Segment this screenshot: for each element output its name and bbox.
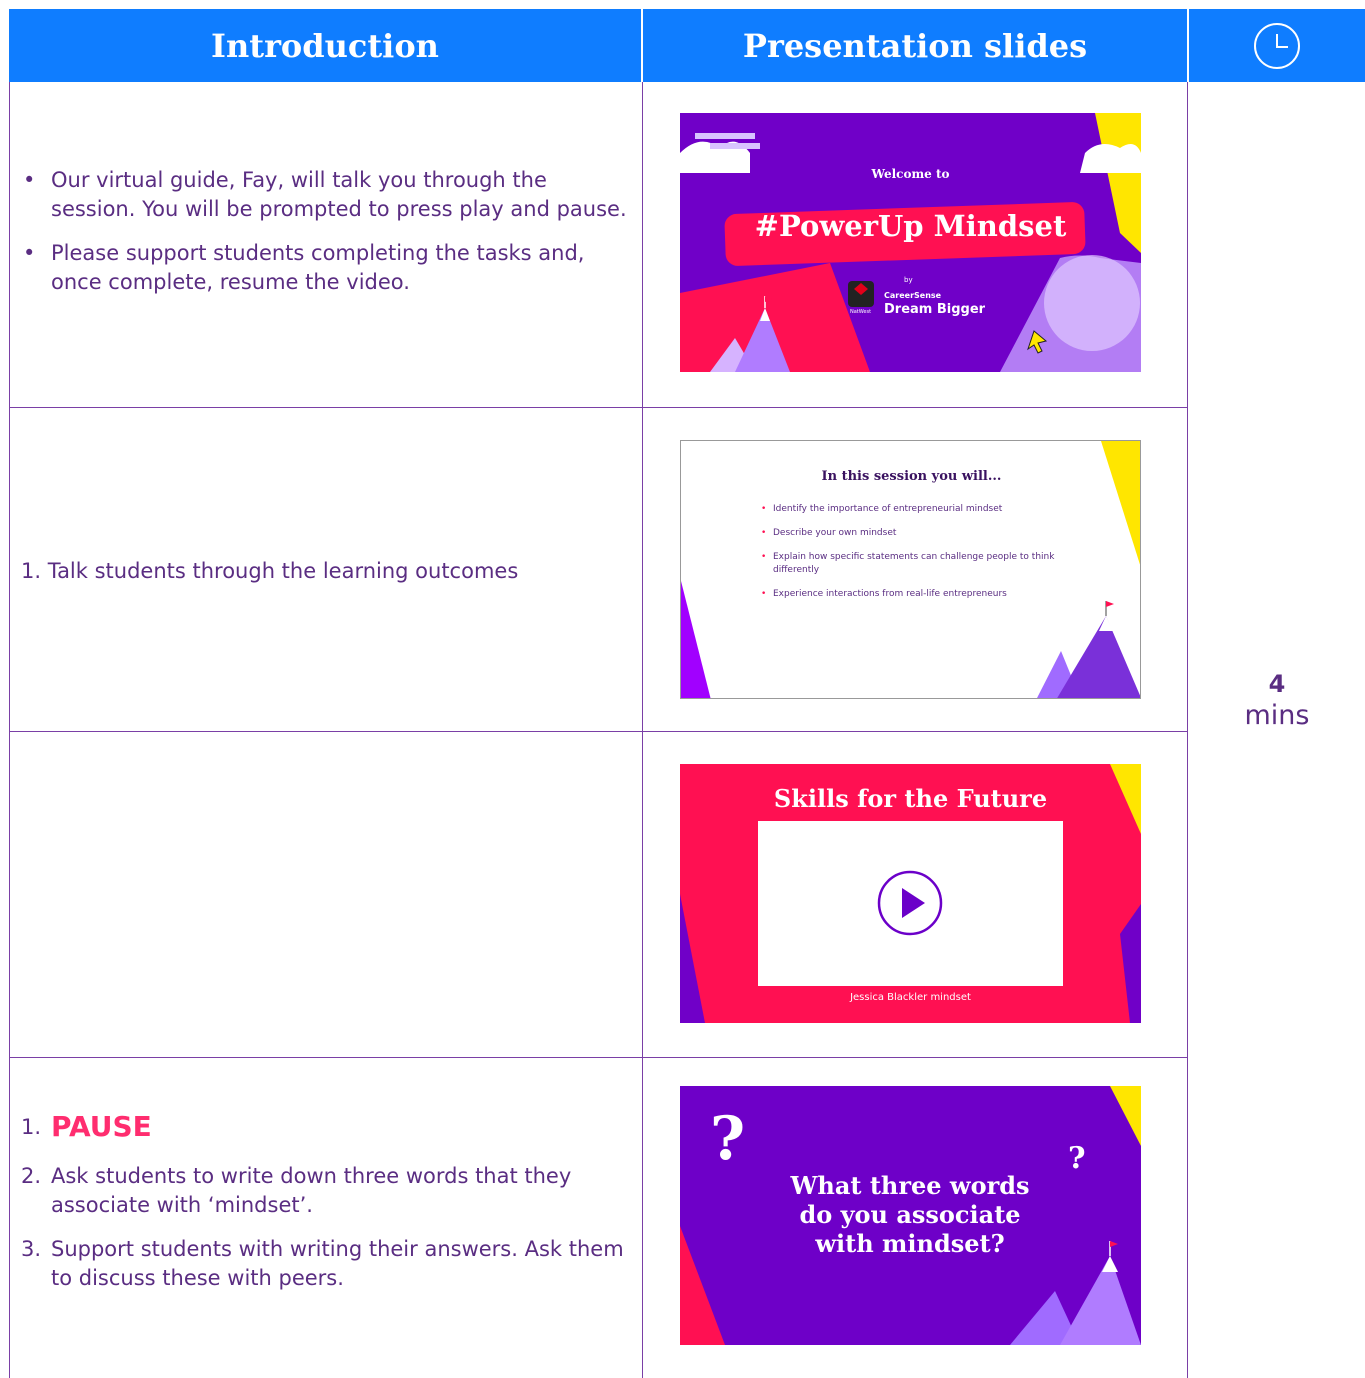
item-number: 3. bbox=[21, 1237, 42, 1261]
video-caption: Jessica Blackler mindset bbox=[850, 992, 971, 1003]
header-introduction: Introduction bbox=[9, 9, 641, 82]
brand-dream-bigger: Dream Bigger bbox=[884, 302, 986, 317]
outcome-text: Explain how specific statements can chal… bbox=[773, 552, 1055, 575]
list-item: • Identify the importance of entrepreneur… bbox=[761, 504, 1003, 514]
duration: 4 mins bbox=[1189, 669, 1365, 733]
list-item: Please support students completing the t… bbox=[21, 239, 629, 297]
question-mark-icon: ? bbox=[1068, 1141, 1086, 1176]
brand-careersense: CareerSense bbox=[884, 291, 942, 300]
grid-line bbox=[9, 407, 1188, 408]
outcome-text: Describe your own mindset bbox=[773, 528, 897, 538]
list-item: 3. Support students with writing their an… bbox=[21, 1235, 629, 1293]
slide-three-words[interactable]: ? ? What three words do you associate wi… bbox=[680, 1086, 1141, 1345]
outcome-text: Identify the importance of entrepreneuri… bbox=[773, 504, 1003, 514]
slide-learning-outcomes[interactable]: In this session you will... • Identify th… bbox=[680, 440, 1141, 699]
question-mark-icon: ? bbox=[710, 1104, 746, 1174]
slide-title: #PowerUp Mindset bbox=[754, 209, 1067, 243]
duration-value: 4 bbox=[1268, 670, 1286, 698]
header-time bbox=[1189, 9, 1365, 82]
slide-by: by bbox=[904, 276, 913, 284]
slide-outcomes-list: • Identify the importance of entrepreneur… bbox=[761, 503, 1061, 612]
slide-skills-video[interactable]: Skills for the Future Jessica Blackler m… bbox=[680, 764, 1141, 1023]
header-presentation-slides: Presentation slides bbox=[643, 9, 1187, 82]
slide-title: What three words do you associate with m… bbox=[790, 1171, 1030, 1258]
grid-line bbox=[642, 82, 643, 1378]
list-item: • Experience interactions from real-life … bbox=[761, 589, 1007, 599]
item-text: Support students with writing their answ… bbox=[51, 1237, 624, 1290]
item-text: Ask students to write down three words t… bbox=[51, 1164, 572, 1217]
slide-welcome[interactable]: Welcome to #PowerUp Mindset by CareerSen… bbox=[680, 113, 1141, 372]
grid-line bbox=[9, 731, 1188, 732]
grid-line bbox=[1187, 82, 1188, 1378]
list-item: • Explain how specific statements can cha… bbox=[761, 552, 1055, 575]
row4-instructions: 1. PAUSE 2. Ask students to write down thr… bbox=[9, 1109, 629, 1308]
list-item: • Describe your own mindset bbox=[761, 528, 897, 538]
list-item: Our virtual guide, Fay, will talk you th… bbox=[21, 166, 629, 224]
brand-natwest: NatWest bbox=[850, 309, 872, 315]
list-item: 1. Talk students through the learning ou… bbox=[21, 559, 519, 583]
session-table: Introduction Presentation slides Our vir… bbox=[9, 9, 1365, 1378]
item-number: 1. bbox=[21, 1115, 42, 1139]
play-button[interactable] bbox=[876, 869, 944, 937]
slide-title: Skills for the Future bbox=[773, 784, 1048, 813]
pause-label: PAUSE bbox=[51, 1110, 152, 1143]
header-slides-label: Presentation slides bbox=[742, 26, 1088, 65]
item-number: 2. bbox=[21, 1164, 42, 1188]
grid-line bbox=[9, 1057, 1188, 1058]
row1-instructions: Our virtual guide, Fay, will talk you th… bbox=[9, 166, 629, 312]
slide-welcome-label: Welcome to bbox=[871, 167, 950, 181]
slide-title: In this session you will... bbox=[821, 469, 1002, 484]
clock-icon bbox=[1254, 22, 1300, 69]
list-item: 1. PAUSE bbox=[21, 1109, 629, 1147]
bullet-text: Please support students completing the t… bbox=[51, 241, 585, 294]
bullet-text: Our virtual guide, Fay, will talk you th… bbox=[51, 168, 627, 221]
outcome-text: Experience interactions from real-life e… bbox=[773, 589, 1007, 599]
list-item: 2. Ask students to write down three words… bbox=[21, 1162, 629, 1220]
header-introduction-label: Introduction bbox=[211, 26, 439, 65]
row2-instructions: 1. Talk students through the learning ou… bbox=[9, 557, 629, 586]
duration-unit: mins bbox=[1244, 700, 1310, 731]
